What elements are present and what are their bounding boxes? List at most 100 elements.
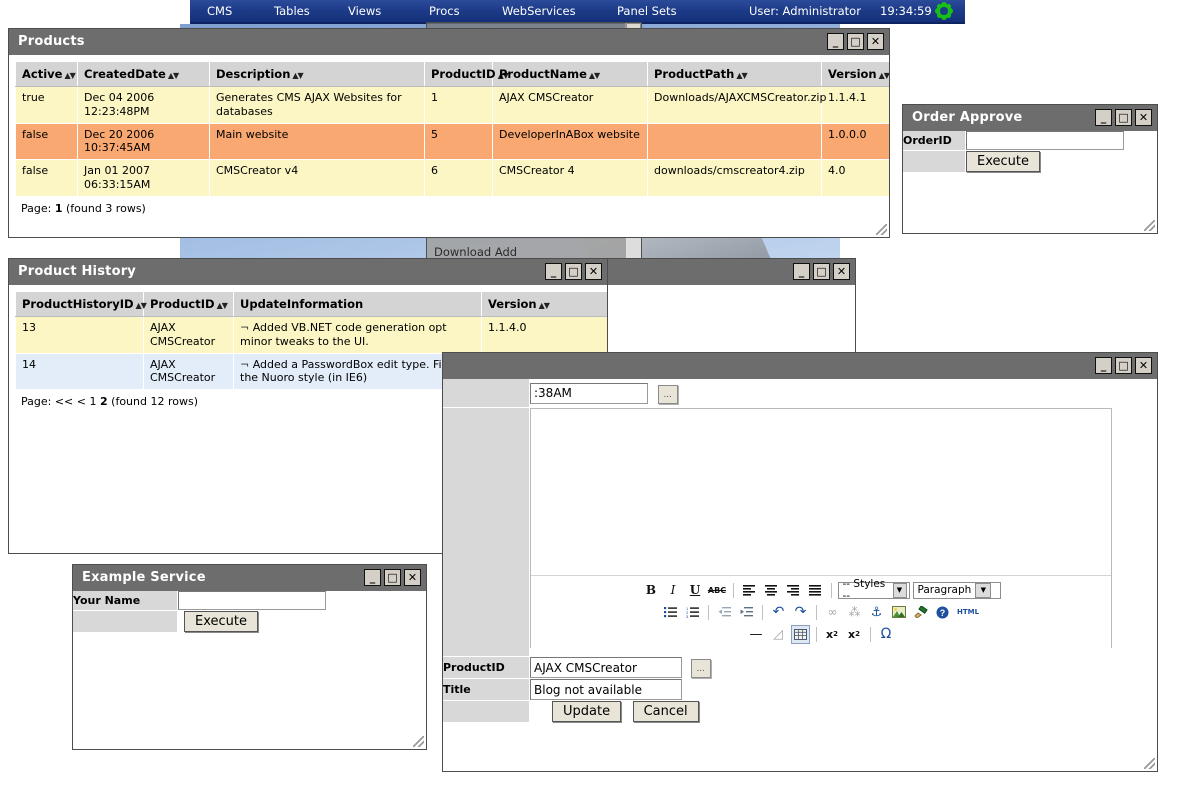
maximize-button[interactable]: □ [1115, 109, 1132, 126]
cancel-button[interactable]: Cancel [632, 701, 699, 722]
sort-arrows-icon[interactable]: ▲▼ [589, 71, 600, 80]
sort-arrows-icon[interactable]: ▲▼ [736, 71, 747, 80]
resize-grip[interactable] [876, 224, 887, 235]
date-input[interactable] [530, 382, 648, 404]
maximize-button[interactable]: □ [384, 569, 401, 586]
sort-arrows-icon[interactable]: ▲▼ [217, 301, 228, 310]
productid-browse-button[interactable]: ... [690, 659, 711, 678]
html-source-icon[interactable]: HTML [955, 603, 981, 622]
minimize-button[interactable]: _ [545, 263, 562, 280]
minimize-button[interactable]: _ [793, 263, 810, 280]
styles-select[interactable]: -- Styles -- ▼ [837, 578, 910, 602]
superscript-icon[interactable]: x2 [845, 625, 864, 644]
table-row[interactable]: 13 AJAX CMSCreator ¬ Added VB.NET code g… [15, 316, 607, 354]
execute-button[interactable]: Execute [184, 611, 258, 632]
redo-icon[interactable]: ↷ [791, 603, 810, 622]
align-justify-icon[interactable] [806, 581, 825, 600]
table-row[interactable]: true Dec 04 2006 12:23:48PM Generates CM… [15, 86, 889, 124]
bold-icon[interactable]: B [642, 581, 661, 600]
minimize-button[interactable]: _ [364, 569, 381, 586]
col-version[interactable]: Version ▲▼ [481, 291, 607, 317]
table-icon[interactable] [790, 624, 810, 644]
link-icon[interactable]: ∞ [823, 603, 842, 622]
align-left-icon[interactable] [740, 581, 759, 600]
menu-tables[interactable]: Tables [274, 3, 310, 19]
resize-grip[interactable] [1144, 758, 1155, 769]
window-order-approve-titlebar[interactable]: Order Approve _ □ ✕ [903, 105, 1157, 131]
help-icon[interactable]: ? [933, 603, 952, 622]
orderid-input[interactable] [966, 131, 1124, 150]
col-description[interactable]: Description ▲▼ [209, 61, 425, 87]
table-row[interactable]: false Dec 20 2006 10:37:45AM Main websit… [15, 122, 889, 160]
col-version[interactable]: Version ▲▼ [821, 61, 889, 87]
menu-cms[interactable]: CMS [207, 3, 232, 19]
anchor-icon[interactable]: ⚓ [867, 603, 886, 622]
pager-current-page[interactable]: 2 [100, 395, 108, 408]
unlink-icon[interactable]: ⁂ [845, 603, 864, 622]
strikethrough-icon[interactable]: ABC [708, 581, 727, 600]
yourname-input[interactable] [178, 591, 326, 610]
update-button[interactable]: Update [552, 701, 622, 722]
close-button[interactable]: ✕ [404, 569, 421, 586]
italic-icon[interactable]: I [664, 581, 683, 600]
chevron-down-icon[interactable]: ▼ [892, 582, 907, 598]
col-active[interactable]: Active ▲▼ [15, 61, 78, 87]
maximize-button[interactable]: □ [847, 33, 864, 50]
window-example-service-titlebar[interactable]: Example Service _ □ ✕ [73, 565, 426, 591]
bullet-list-icon[interactable] [661, 603, 680, 622]
table-row[interactable]: false Jan 01 2007 06:33:15AM CMSCreator … [15, 159, 889, 197]
col-productid[interactable]: ProductID▲▼ [424, 61, 509, 87]
close-button[interactable]: ✕ [585, 263, 602, 280]
sort-arrows-icon[interactable]: ▲▼ [168, 71, 179, 80]
underline-icon[interactable]: U [686, 581, 705, 600]
col-producthistoryid[interactable]: ProductHistoryID ▲▼ [15, 291, 147, 317]
align-center-icon[interactable] [762, 581, 781, 600]
date-browse-button[interactable]: ... [657, 384, 678, 404]
execute-button[interactable]: Execute [966, 151, 1040, 172]
productid-input[interactable] [530, 657, 682, 678]
col-updateinformation[interactable]: UpdateInformation [233, 291, 482, 317]
pager-current-page[interactable]: 1 [55, 202, 63, 215]
minimize-button[interactable]: _ [1095, 357, 1112, 374]
sort-arrows-icon[interactable]: ▲▼ [879, 71, 889, 80]
special-character-icon[interactable]: Ω [877, 625, 896, 644]
minimize-button[interactable]: _ [1095, 109, 1112, 126]
rte-content-area[interactable] [531, 409, 1111, 575]
maximize-button[interactable]: □ [813, 263, 830, 280]
indent-icon[interactable] [737, 603, 756, 622]
col-productid[interactable]: ProductID▲▼ [143, 291, 234, 317]
clean-format-icon[interactable] [911, 603, 930, 622]
horizontal-rule-icon[interactable]: — [747, 625, 766, 644]
resize-grip[interactable] [1144, 220, 1155, 231]
close-button[interactable]: ✕ [1135, 109, 1152, 126]
minimize-button[interactable]: _ [827, 33, 844, 50]
numbered-list-icon[interactable]: 123 [683, 603, 702, 622]
menu-webservices[interactable]: WebServices [502, 3, 576, 19]
menu-panel-sets[interactable]: Panel Sets [617, 3, 677, 19]
window-products-titlebar[interactable]: Products _ □ ✕ [9, 29, 889, 55]
col-productpath[interactable]: ProductPath ▲▼ [647, 61, 822, 87]
rich-text-editor[interactable]: B I U ABC -- Styles -- ▼ Paragraph ▼ 1 2… [530, 408, 1112, 650]
maximize-button[interactable]: □ [565, 263, 582, 280]
eraser-icon[interactable]: ◿ [769, 625, 788, 644]
menu-views[interactable]: Views [348, 3, 381, 19]
align-right-icon[interactable] [784, 581, 803, 600]
col-productname[interactable]: ProductName ▲▼ [492, 61, 648, 87]
image-icon[interactable] [889, 603, 908, 622]
close-button[interactable]: ✕ [1135, 357, 1152, 374]
close-button[interactable]: ✕ [833, 263, 850, 280]
close-button[interactable]: ✕ [867, 33, 884, 50]
gear-icon[interactable] [935, 2, 953, 20]
chevron-down-icon[interactable]: ▼ [975, 582, 992, 598]
sort-arrows-icon[interactable]: ▲▼ [292, 71, 303, 80]
window-product-history-titlebar[interactable]: Product History _ □ ✕ [9, 259, 607, 285]
outdent-icon[interactable] [715, 603, 734, 622]
sort-arrows-icon[interactable]: ▲▼ [64, 71, 75, 80]
window-example-service[interactable]: Example Service _ □ ✕ Your Name Execute [72, 564, 427, 750]
sort-arrows-icon[interactable]: ▲▼ [539, 301, 550, 310]
window-blog-editor-titlebar[interactable]: _ □ ✕ [443, 353, 1157, 379]
undo-icon[interactable]: ↶ [769, 603, 788, 622]
col-createddate[interactable]: CreatedDate ▲▼ [77, 61, 210, 87]
sort-arrows-icon[interactable]: ▲▼ [136, 301, 147, 310]
maximize-button[interactable]: □ [1115, 357, 1132, 374]
